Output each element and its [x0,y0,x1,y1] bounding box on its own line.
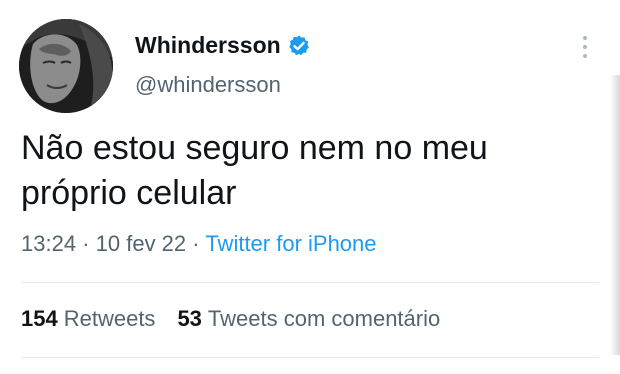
retweets-label: Retweets [63,306,156,331]
display-name[interactable]: Whindersson [135,32,281,59]
verified-badge-icon [287,34,311,58]
tweet-text-line: Não estou seguro nem no meu [21,129,488,167]
handle[interactable]: @whindersson [135,72,281,98]
quotes-count: 53 [177,306,202,331]
tweet-text: Não estou seguro nem no meu próprio celu… [21,126,601,216]
meta-separator: · [82,231,90,256]
tweet-source-link[interactable]: Twitter for iPhone [205,231,376,256]
quote-tweets-stat[interactable]: 53 Tweets com comentário [177,306,440,332]
more-options-icon[interactable] [572,33,598,63]
tweet-time[interactable]: 13:24 [21,231,76,256]
engagement-stats: 154 Retweets 53 Tweets com comentário [21,306,440,332]
divider [21,357,599,358]
scrollbar-edge [610,75,620,355]
display-name-row: Whindersson [135,32,311,59]
tweet-meta: 13:24 · 10 fev 22 · Twitter for iPhone [21,231,377,257]
retweets-stat[interactable]: 154 Retweets [21,306,155,332]
retweets-count: 154 [21,306,58,331]
tweet-date[interactable]: 10 fev 22 [96,231,187,256]
divider [21,282,599,283]
tweet-card: Whindersson @whindersson Não estou segur… [0,0,620,374]
tweet-text-line: próprio celular [21,174,237,212]
avatar[interactable] [19,19,113,113]
avatar-image [19,19,113,113]
meta-separator: · [192,231,200,256]
quotes-label: Tweets com comentário [207,306,441,331]
